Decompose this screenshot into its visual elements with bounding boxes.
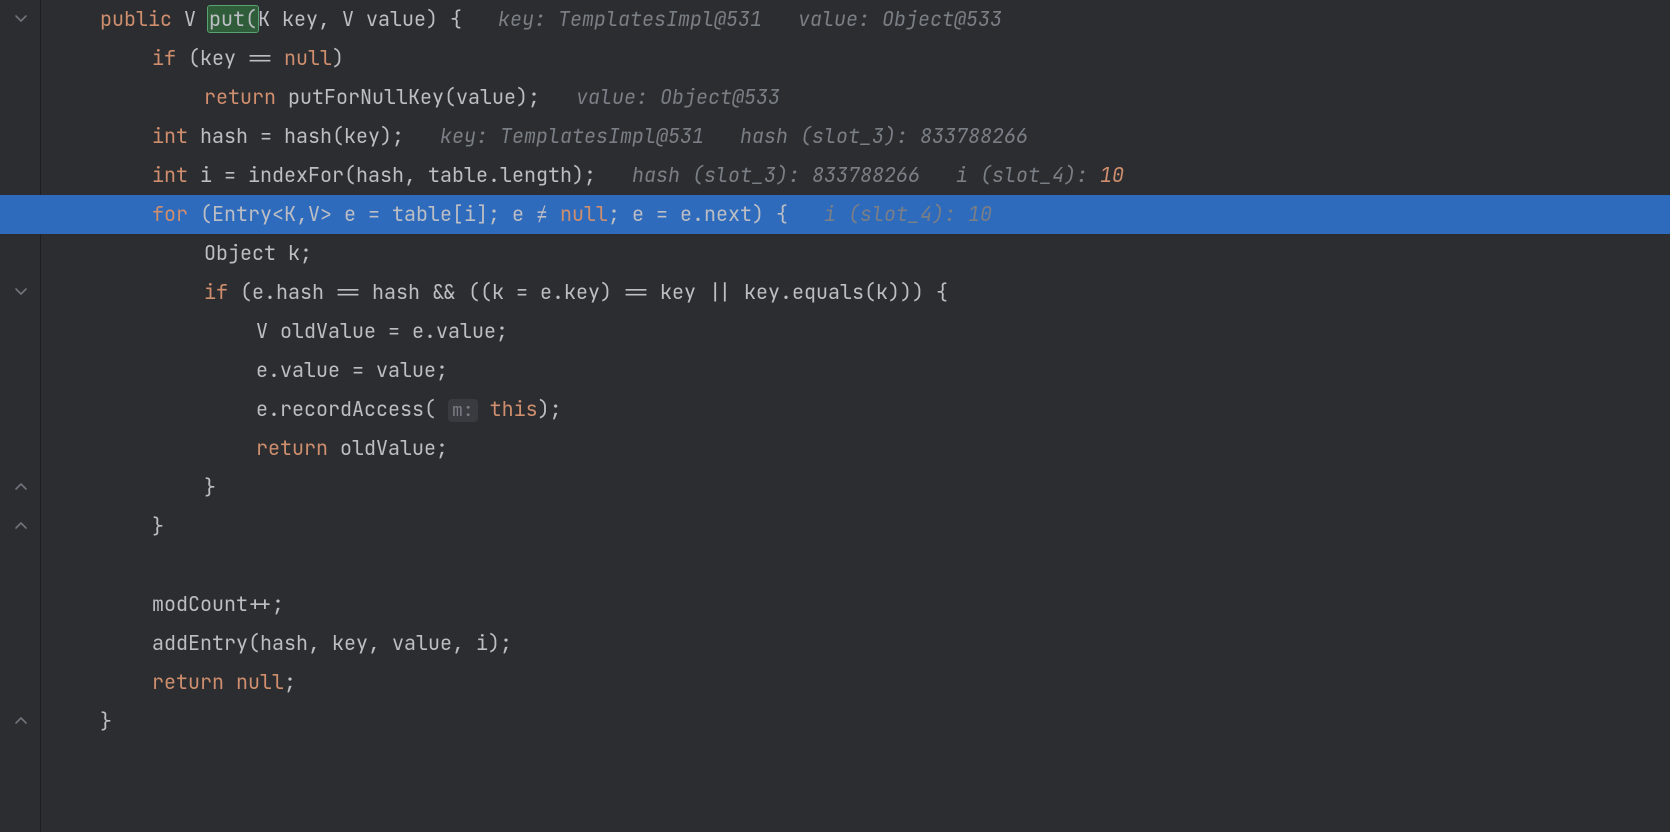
code-line[interactable]: for (Entry<K,V> e = table[i]; e ≠ null; … <box>40 195 1670 234</box>
keyword-token: int <box>152 123 200 149</box>
inline-debug-hint: value: Object@533 <box>576 84 780 110</box>
code-line[interactable]: V oldValue = e.value; <box>40 312 1670 351</box>
code-token: put( <box>208 6 258 32</box>
code-token: addEntry(hash, key, value, i); <box>152 630 512 656</box>
keyword-token: null <box>236 669 284 695</box>
code-token: == <box>336 279 372 305</box>
code-editor[interactable]: public V put(K key, V value) { key: Temp… <box>0 0 1670 832</box>
code-line[interactable]: } <box>40 468 1670 507</box>
code-token: (Entry<K,V> e = table[i]; e <box>200 201 536 227</box>
gutter <box>0 0 41 832</box>
code-area[interactable]: public V put(K key, V value) { key: Temp… <box>40 0 1670 741</box>
keyword-token: return <box>256 435 340 461</box>
code-line[interactable]: e.value = value; <box>40 351 1670 390</box>
code-token: == <box>624 279 660 305</box>
code-token: hash = hash(key); <box>200 123 440 149</box>
code-token: ; <box>284 669 296 695</box>
code-token: K key, V value) { <box>258 6 498 32</box>
code-line[interactable] <box>40 546 1670 585</box>
keyword-token: null <box>284 45 332 71</box>
code-token: e.recordAccess( <box>256 396 448 422</box>
code-token: (e.hash <box>240 279 336 305</box>
keyword-token: return <box>152 669 236 695</box>
code-token: oldValue; <box>340 435 448 461</box>
fold-toggle-icon[interactable] <box>14 12 28 26</box>
code-token: } <box>204 474 216 500</box>
code-token: V <box>184 6 208 32</box>
keyword-token: if <box>152 45 188 71</box>
fold-toggle-icon[interactable] <box>14 480 28 494</box>
keyword-token: this <box>490 396 538 422</box>
code-token: hash && ((k = e.key) <box>372 279 624 305</box>
code-token: } <box>100 708 112 734</box>
code-line[interactable]: if (key == null) <box>40 39 1670 78</box>
keyword-token: for <box>152 201 200 227</box>
code-token: (key <box>188 45 248 71</box>
code-line[interactable]: return oldValue; <box>40 429 1670 468</box>
keyword-token: public <box>100 6 184 32</box>
param-hint: m: <box>448 399 478 422</box>
code-token: V oldValue = e.value; <box>256 318 508 344</box>
code-line[interactable]: addEntry(hash, key, value, i); <box>40 624 1670 663</box>
code-token: Object k; <box>204 240 312 266</box>
inline-debug-hint: key: TemplatesImpl@531 value: Object@533 <box>498 6 1002 32</box>
code-token: ≠ <box>536 201 560 227</box>
code-token: key || key.equals(k))) { <box>660 279 948 305</box>
fold-toggle-icon[interactable] <box>14 519 28 533</box>
keyword-token: if <box>204 279 240 305</box>
code-token: ); <box>538 396 562 422</box>
inline-debug-hint: i (slot_4): 10 <box>824 201 992 227</box>
inline-debug-hint: hash (slot_3): 833788266 i (slot_4): <box>632 162 1100 188</box>
keyword-token: null <box>560 201 608 227</box>
inline-debug-value: 10 <box>1100 162 1124 188</box>
code-line[interactable]: e.recordAccess( m: this); <box>40 390 1670 429</box>
fold-toggle-icon[interactable] <box>14 714 28 728</box>
code-token <box>478 396 490 422</box>
code-line[interactable]: Object k; <box>40 234 1670 273</box>
code-token: putForNullKey(value); <box>288 84 576 110</box>
code-token: i = indexFor(hash, table.length); <box>200 162 632 188</box>
code-line[interactable]: return null; <box>40 663 1670 702</box>
code-line[interactable]: } <box>40 507 1670 546</box>
fold-toggle-icon[interactable] <box>14 285 28 299</box>
code-line[interactable]: int i = indexFor(hash, table.length); ha… <box>40 156 1670 195</box>
code-line[interactable]: public V put(K key, V value) { key: Temp… <box>40 0 1670 39</box>
code-token: } <box>152 513 164 539</box>
code-token: modCount++; <box>152 591 284 617</box>
code-line[interactable]: if (e.hash == hash && ((k = e.key) == ke… <box>40 273 1670 312</box>
code-line[interactable]: } <box>40 702 1670 741</box>
keyword-token: return <box>204 84 288 110</box>
inline-debug-hint: key: TemplatesImpl@531 hash (slot_3): 83… <box>440 123 1028 149</box>
code-line[interactable]: modCount++; <box>40 585 1670 624</box>
code-token: ; e = e.next) { <box>608 201 824 227</box>
keyword-token: int <box>152 162 200 188</box>
code-line[interactable]: return putForNullKey(value); value: Obje… <box>40 78 1670 117</box>
code-token: == <box>248 45 284 71</box>
code-line[interactable]: int hash = hash(key); key: TemplatesImpl… <box>40 117 1670 156</box>
code-token: e.value = value; <box>256 357 448 383</box>
code-token: ) <box>332 45 344 71</box>
